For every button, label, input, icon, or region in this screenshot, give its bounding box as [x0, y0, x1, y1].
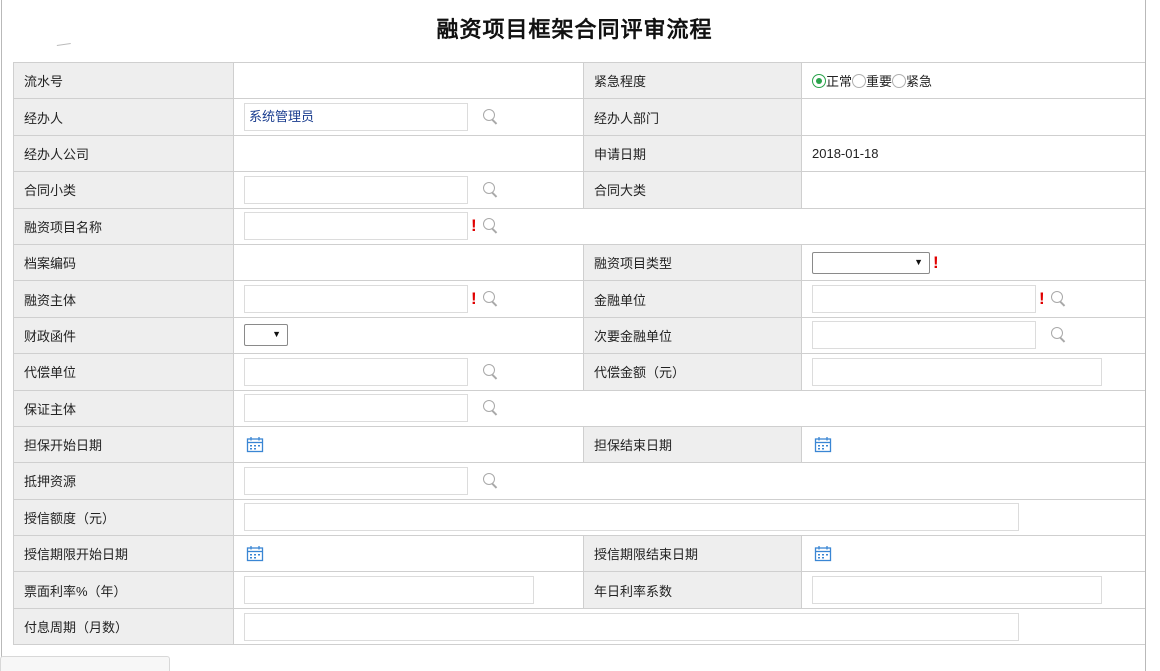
search-icon[interactable]: [482, 472, 498, 489]
label-handler-company: 经办人公司: [13, 134, 234, 173]
contract-type-value: [801, 171, 1145, 209]
secondary-institution-input[interactable]: [812, 321, 1036, 350]
label-financing-subject: 融资主体: [13, 280, 234, 318]
required-icon: !: [471, 289, 477, 309]
label-serial-number: 流水号: [13, 61, 234, 100]
label-guarantee-end-date: 担保结束日期: [583, 425, 802, 464]
daily-rate-factor-input[interactable]: [812, 576, 1102, 605]
form-row: 融资项目名称 !: [13, 207, 1145, 245]
radio-label-important: 重要: [866, 74, 893, 90]
search-icon[interactable]: [482, 363, 498, 380]
form-row: 担保开始日期 担保结束日期: [13, 425, 1145, 464]
mortgage-resource-input[interactable]: [244, 466, 468, 495]
form-row: 合同小类 合同大类: [13, 171, 1145, 209]
financing-subject-input[interactable]: [244, 285, 468, 314]
form-row: 授信额度（元）: [13, 498, 1145, 537]
label-daily-rate-factor: 年日利率系数: [583, 571, 802, 609]
interest-period-input[interactable]: [244, 612, 1019, 641]
calendar-icon[interactable]: [246, 436, 264, 453]
form-row: 财政函件 次要金融单位: [13, 316, 1145, 355]
label-handler-dept: 经办人部门: [583, 98, 802, 136]
label-mortgage-resource: 抵押资源: [13, 462, 234, 500]
required-icon: !: [471, 216, 477, 236]
search-icon[interactable]: [482, 291, 498, 307]
compensation-amount-input[interactable]: [812, 357, 1102, 386]
search-icon[interactable]: [482, 400, 498, 416]
search-icon[interactable]: [1050, 291, 1066, 307]
search-icon[interactable]: [482, 109, 498, 125]
decorative-mark: [56, 43, 72, 49]
label-contract-subtype: 合同小类: [13, 171, 234, 209]
handler-dept-value: [801, 98, 1145, 136]
form-row: 融资主体 ! 金融单位 !: [13, 280, 1145, 318]
radio-urgent[interactable]: [892, 73, 907, 88]
label-guarantee-start-date: 担保开始日期: [13, 425, 234, 464]
required-icon: !: [1039, 289, 1045, 309]
label-interest-period: 付息周期（月数）: [13, 607, 234, 646]
form-row: 付息周期（月数）: [13, 607, 1145, 646]
label-handler: 经办人: [13, 98, 234, 136]
radio-important[interactable]: [852, 73, 867, 88]
radio-normal[interactable]: [812, 73, 826, 88]
form-row: 代偿单位 代偿金额（元）: [13, 353, 1145, 391]
archive-code-value: [233, 243, 584, 282]
urgency-option-normal[interactable]: 正常: [812, 71, 852, 90]
credit-limit-input[interactable]: [244, 503, 1019, 532]
form-row: 授信期限开始日期 授信期限结束日期: [13, 535, 1145, 573]
handler-input[interactable]: 系统管理员: [244, 103, 468, 132]
page-title: 融资项目框架合同评审流程: [436, 18, 713, 43]
form-row: 流水号 紧急程度 正常 重要 紧急: [13, 61, 1145, 100]
urgency-radio-group: 正常 重要 紧急: [801, 61, 1145, 100]
label-apply-date: 申请日期: [583, 134, 802, 173]
fiscal-letter-select[interactable]: [244, 324, 288, 347]
form-row: 票面利率%（年） 年日利率系数: [13, 571, 1145, 609]
project-name-input[interactable]: [244, 212, 468, 241]
form-window: 融资项目框架合同评审流程 流水号 紧急程度 正常 重要 紧急 经办人 系统管理员…: [1, 0, 1146, 671]
form-row: 抵押资源: [13, 462, 1145, 500]
label-credit-limit: 授信额度（元）: [13, 498, 234, 537]
search-icon[interactable]: [482, 181, 498, 198]
radio-label-normal: 正常: [826, 74, 853, 90]
contract-subtype-input[interactable]: [244, 175, 468, 204]
handler-company-value: [233, 134, 584, 173]
urgency-option-important[interactable]: 重要: [852, 71, 892, 90]
label-contract-type: 合同大类: [583, 171, 802, 209]
label-urgency: 紧急程度: [583, 61, 802, 100]
apply-date-value: 2018-01-18: [801, 134, 1145, 173]
form-table: 流水号 紧急程度 正常 重要 紧急 经办人 系统管理员 经办人部门 经办人公司 …: [13, 61, 1145, 646]
calendar-icon[interactable]: [814, 545, 832, 562]
label-credit-start-date: 授信期限开始日期: [13, 535, 234, 573]
label-coupon-rate: 票面利率%（年）: [13, 571, 234, 609]
search-icon[interactable]: [1050, 327, 1066, 343]
financial-institution-input[interactable]: [812, 285, 1036, 314]
label-financial-institution: 金融单位: [583, 280, 802, 318]
label-project-type: 融资项目类型: [583, 243, 802, 282]
coupon-rate-input[interactable]: [244, 576, 534, 605]
form-row: 保证主体: [13, 389, 1145, 427]
search-icon[interactable]: [482, 218, 498, 234]
urgency-option-urgent[interactable]: 紧急: [892, 71, 932, 90]
label-credit-end-date: 授信期限结束日期: [583, 535, 802, 573]
radio-label-urgent: 紧急: [906, 74, 933, 90]
form-row: 档案编码 融资项目类型 !: [13, 243, 1145, 282]
form-row: 经办人 系统管理员 经办人部门: [13, 98, 1145, 136]
form-row: 经办人公司 申请日期 2018-01-18: [13, 134, 1145, 173]
serial-number-value: [233, 61, 584, 100]
calendar-icon[interactable]: [814, 436, 832, 453]
label-fiscal-letter: 财政函件: [13, 316, 234, 355]
label-compensation-unit: 代偿单位: [13, 353, 234, 391]
label-guarantee-subject: 保证主体: [13, 389, 234, 427]
label-archive-code: 档案编码: [13, 243, 234, 282]
compensation-unit-input[interactable]: [244, 357, 468, 386]
label-secondary-institution: 次要金融单位: [583, 316, 802, 355]
project-type-select[interactable]: [812, 251, 930, 274]
calendar-icon[interactable]: [246, 545, 264, 562]
bottom-tab[interactable]: [0, 656, 170, 671]
required-icon: !: [933, 252, 939, 272]
label-compensation-amount: 代偿金额（元）: [583, 353, 802, 391]
label-project-name: 融资项目名称: [13, 207, 234, 245]
guarantee-subject-input[interactable]: [244, 394, 468, 423]
